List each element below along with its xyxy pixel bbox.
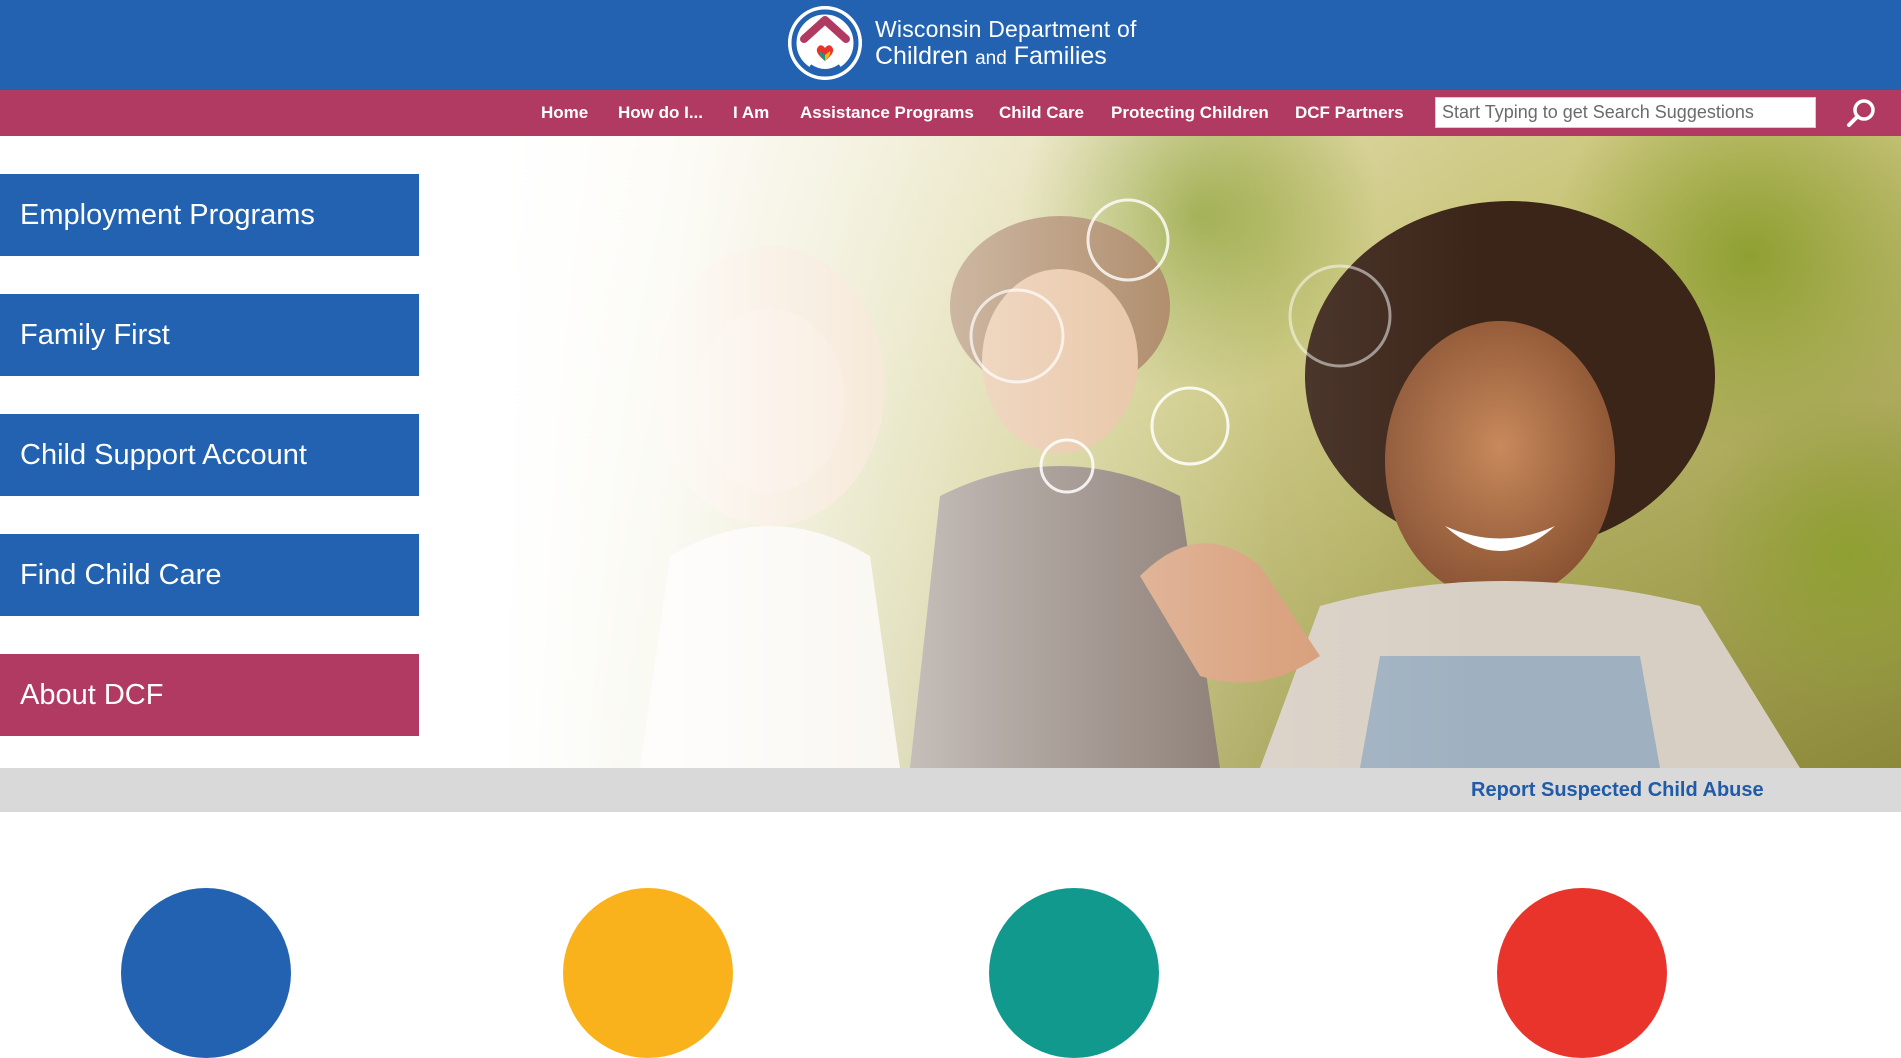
search-input[interactable] — [1435, 97, 1816, 128]
nav-child-care[interactable]: Child Care — [999, 90, 1084, 136]
feature-circle-3[interactable] — [989, 888, 1159, 1058]
site-header: Wisconsin Department of Children and Fam… — [0, 0, 1901, 90]
search-icon[interactable] — [1844, 97, 1880, 129]
nav-assistance-programs[interactable]: Assistance Programs — [800, 90, 974, 136]
feature-circle-2[interactable] — [563, 888, 733, 1058]
house-heart-logo-icon — [788, 6, 862, 80]
feature-circle-1[interactable] — [121, 888, 291, 1058]
hero-photo-children-bubbles — [500, 136, 1901, 768]
nav-i-am[interactable]: I Am — [733, 90, 769, 136]
site-logo[interactable]: Wisconsin Department of Children and Fam… — [788, 6, 1137, 80]
child-support-account-button[interactable]: Child Support Account — [0, 414, 419, 496]
org-name-and: and — [975, 47, 1007, 69]
alert-strip: Report Suspected Child Abuse — [0, 768, 1901, 812]
nav-protecting-children[interactable]: Protecting Children — [1111, 90, 1269, 136]
family-first-button[interactable]: Family First — [0, 294, 419, 376]
org-name-line2: Children and Families — [875, 41, 1137, 70]
org-name-line1: Wisconsin Department of — [875, 15, 1137, 42]
org-name: Wisconsin Department of Children and Fam… — [875, 15, 1137, 70]
report-child-abuse-link[interactable]: Report Suspected Child Abuse — [1471, 768, 1764, 812]
main-nav: Home How do I... I Am Assistance Program… — [0, 90, 1901, 136]
about-dcf-button[interactable]: About DCF — [0, 654, 419, 736]
hero-section: Employment Programs Family First Child S… — [0, 136, 1901, 768]
nav-how-do-i[interactable]: How do I... — [618, 90, 703, 136]
nav-home[interactable]: Home — [541, 90, 588, 136]
nav-dcf-partners[interactable]: DCF Partners — [1295, 90, 1404, 136]
org-name-children: Children — [875, 41, 969, 70]
feature-circle-4[interactable] — [1497, 888, 1667, 1058]
employment-programs-button[interactable]: Employment Programs — [0, 174, 419, 256]
org-name-families: Families — [1013, 41, 1107, 70]
find-child-care-button[interactable]: Find Child Care — [0, 534, 419, 616]
